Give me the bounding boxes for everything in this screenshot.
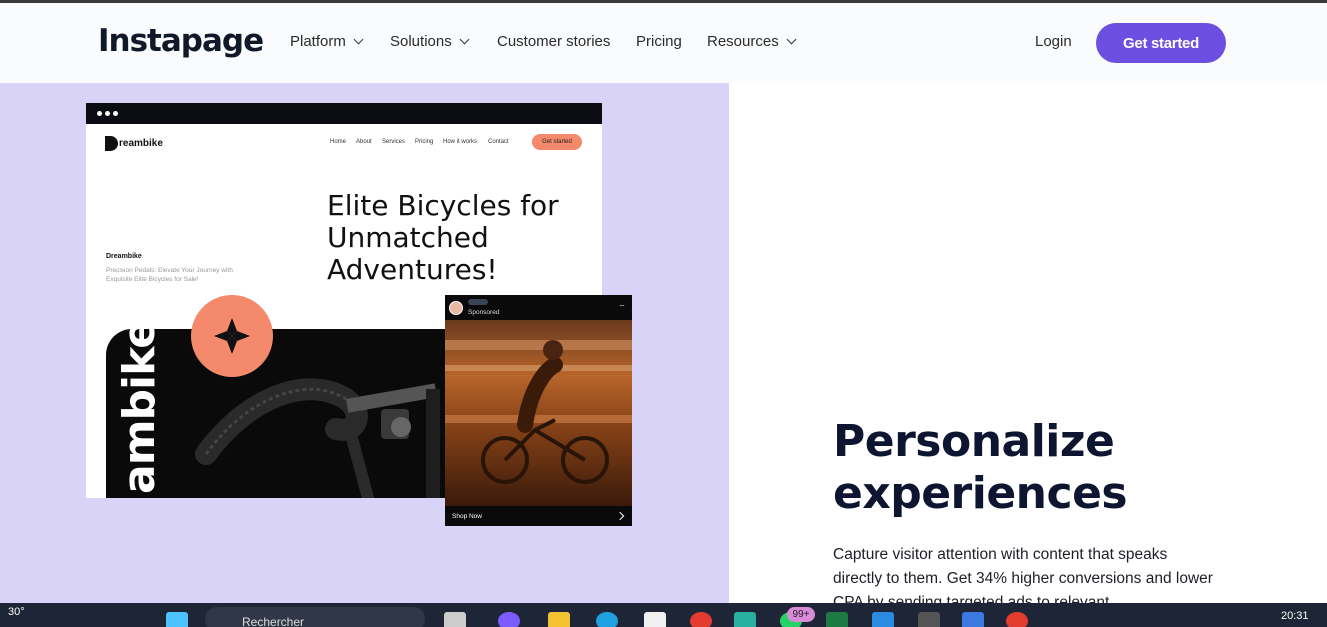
nav-solutions-label: Solutions	[390, 33, 452, 50]
cyclist-image	[445, 340, 632, 484]
chrome-icon[interactable]	[690, 612, 712, 627]
notification-badge: 99+	[787, 607, 815, 622]
chevron-right-icon[interactable]	[615, 511, 625, 521]
ad-account-name	[468, 299, 488, 305]
orange-badge	[191, 295, 273, 377]
window-dot-icon	[97, 111, 102, 116]
chrome-icon[interactable]	[1006, 612, 1028, 627]
mockup-nav-services: Services	[382, 139, 406, 145]
mockup-headline: Elite Bicycles for Unmatched Adventures!	[327, 189, 559, 286]
window-dot-icon	[113, 111, 118, 116]
excel-icon[interactable]	[826, 612, 848, 627]
teams-icon[interactable]	[498, 612, 520, 627]
edge-icon[interactable]	[596, 612, 618, 627]
window-dot-icon	[105, 111, 110, 116]
nav-customer-stories[interactable]: Customer stories	[497, 33, 610, 50]
navbar: Instapage Platform Solutions Customer st…	[0, 3, 1327, 83]
chevron-down-icon	[353, 34, 364, 45]
store-icon[interactable]	[644, 612, 666, 627]
mockup-nav-contact: Contact	[488, 139, 509, 145]
dreambike-logo-mark	[105, 136, 118, 151]
mockup-nav-how-it-works: How it works	[443, 139, 478, 145]
photos-icon[interactable]	[962, 612, 984, 627]
nav-customer-stories-label: Customer stories	[497, 33, 611, 50]
mockup-nav-about: About	[356, 139, 372, 145]
weather-widget[interactable]: 30°	[8, 606, 25, 618]
get-started-button[interactable]: Get started	[1096, 23, 1226, 63]
clock[interactable]: 20:31	[1281, 610, 1309, 622]
file-explorer-icon[interactable]	[548, 612, 570, 627]
nav-resources-label: Resources	[707, 33, 779, 50]
taskbar-search[interactable]	[205, 607, 425, 627]
instapage-logo[interactable]: Instapage	[98, 23, 264, 59]
cyclist-photo	[445, 320, 632, 506]
page: Instapage Platform Solutions Customer st…	[0, 0, 1327, 627]
chevron-down-icon	[459, 34, 470, 45]
nav-pricing-label: Pricing	[636, 33, 682, 50]
more-options-icon[interactable]: ···	[619, 301, 625, 310]
task-view-icon[interactable]	[444, 612, 466, 627]
terminal-icon[interactable]	[918, 612, 940, 627]
sponsored-ad-card[interactable]: Sponsored ··· Shop Now	[445, 295, 632, 526]
mockup-nav-home: Home	[330, 139, 347, 145]
windows-taskbar: 30° Rechercher 99+ 20:31	[0, 603, 1327, 627]
dreambike-logo-text: reambike	[119, 138, 163, 149]
dreambike-logo: reambike	[105, 136, 163, 151]
avatar	[449, 301, 463, 315]
mockup-get-started-button: Get started	[532, 134, 582, 150]
flower-icon	[214, 318, 250, 354]
vscode-icon[interactable]	[872, 612, 894, 627]
feature-title: Personalize experiences	[833, 416, 1128, 519]
nav-platform[interactable]: Platform	[290, 33, 364, 50]
nav-platform-label: Platform	[290, 33, 346, 50]
shop-now-label[interactable]: Shop Now	[452, 513, 482, 520]
chevron-down-icon	[786, 34, 797, 45]
mockup-tagline: Precision Pedals: Elevate Your Journey w…	[106, 267, 233, 283]
nav-resources[interactable]: Resources	[707, 33, 797, 50]
app-icon[interactable]	[734, 612, 756, 627]
nav-solutions[interactable]: Solutions	[390, 33, 470, 50]
windows-start-icon[interactable]	[166, 612, 188, 627]
taskbar-search-placeholder: Rechercher	[242, 615, 305, 627]
nav-pricing[interactable]: Pricing	[636, 33, 682, 50]
mockup-browser-bar	[86, 103, 602, 124]
mockup-brand-name: Dreambike	[106, 253, 142, 260]
mockup-nav-pricing: Pricing	[415, 139, 434, 145]
sponsored-label: Sponsored	[468, 309, 500, 316]
login-link[interactable]: Login	[1035, 33, 1072, 50]
